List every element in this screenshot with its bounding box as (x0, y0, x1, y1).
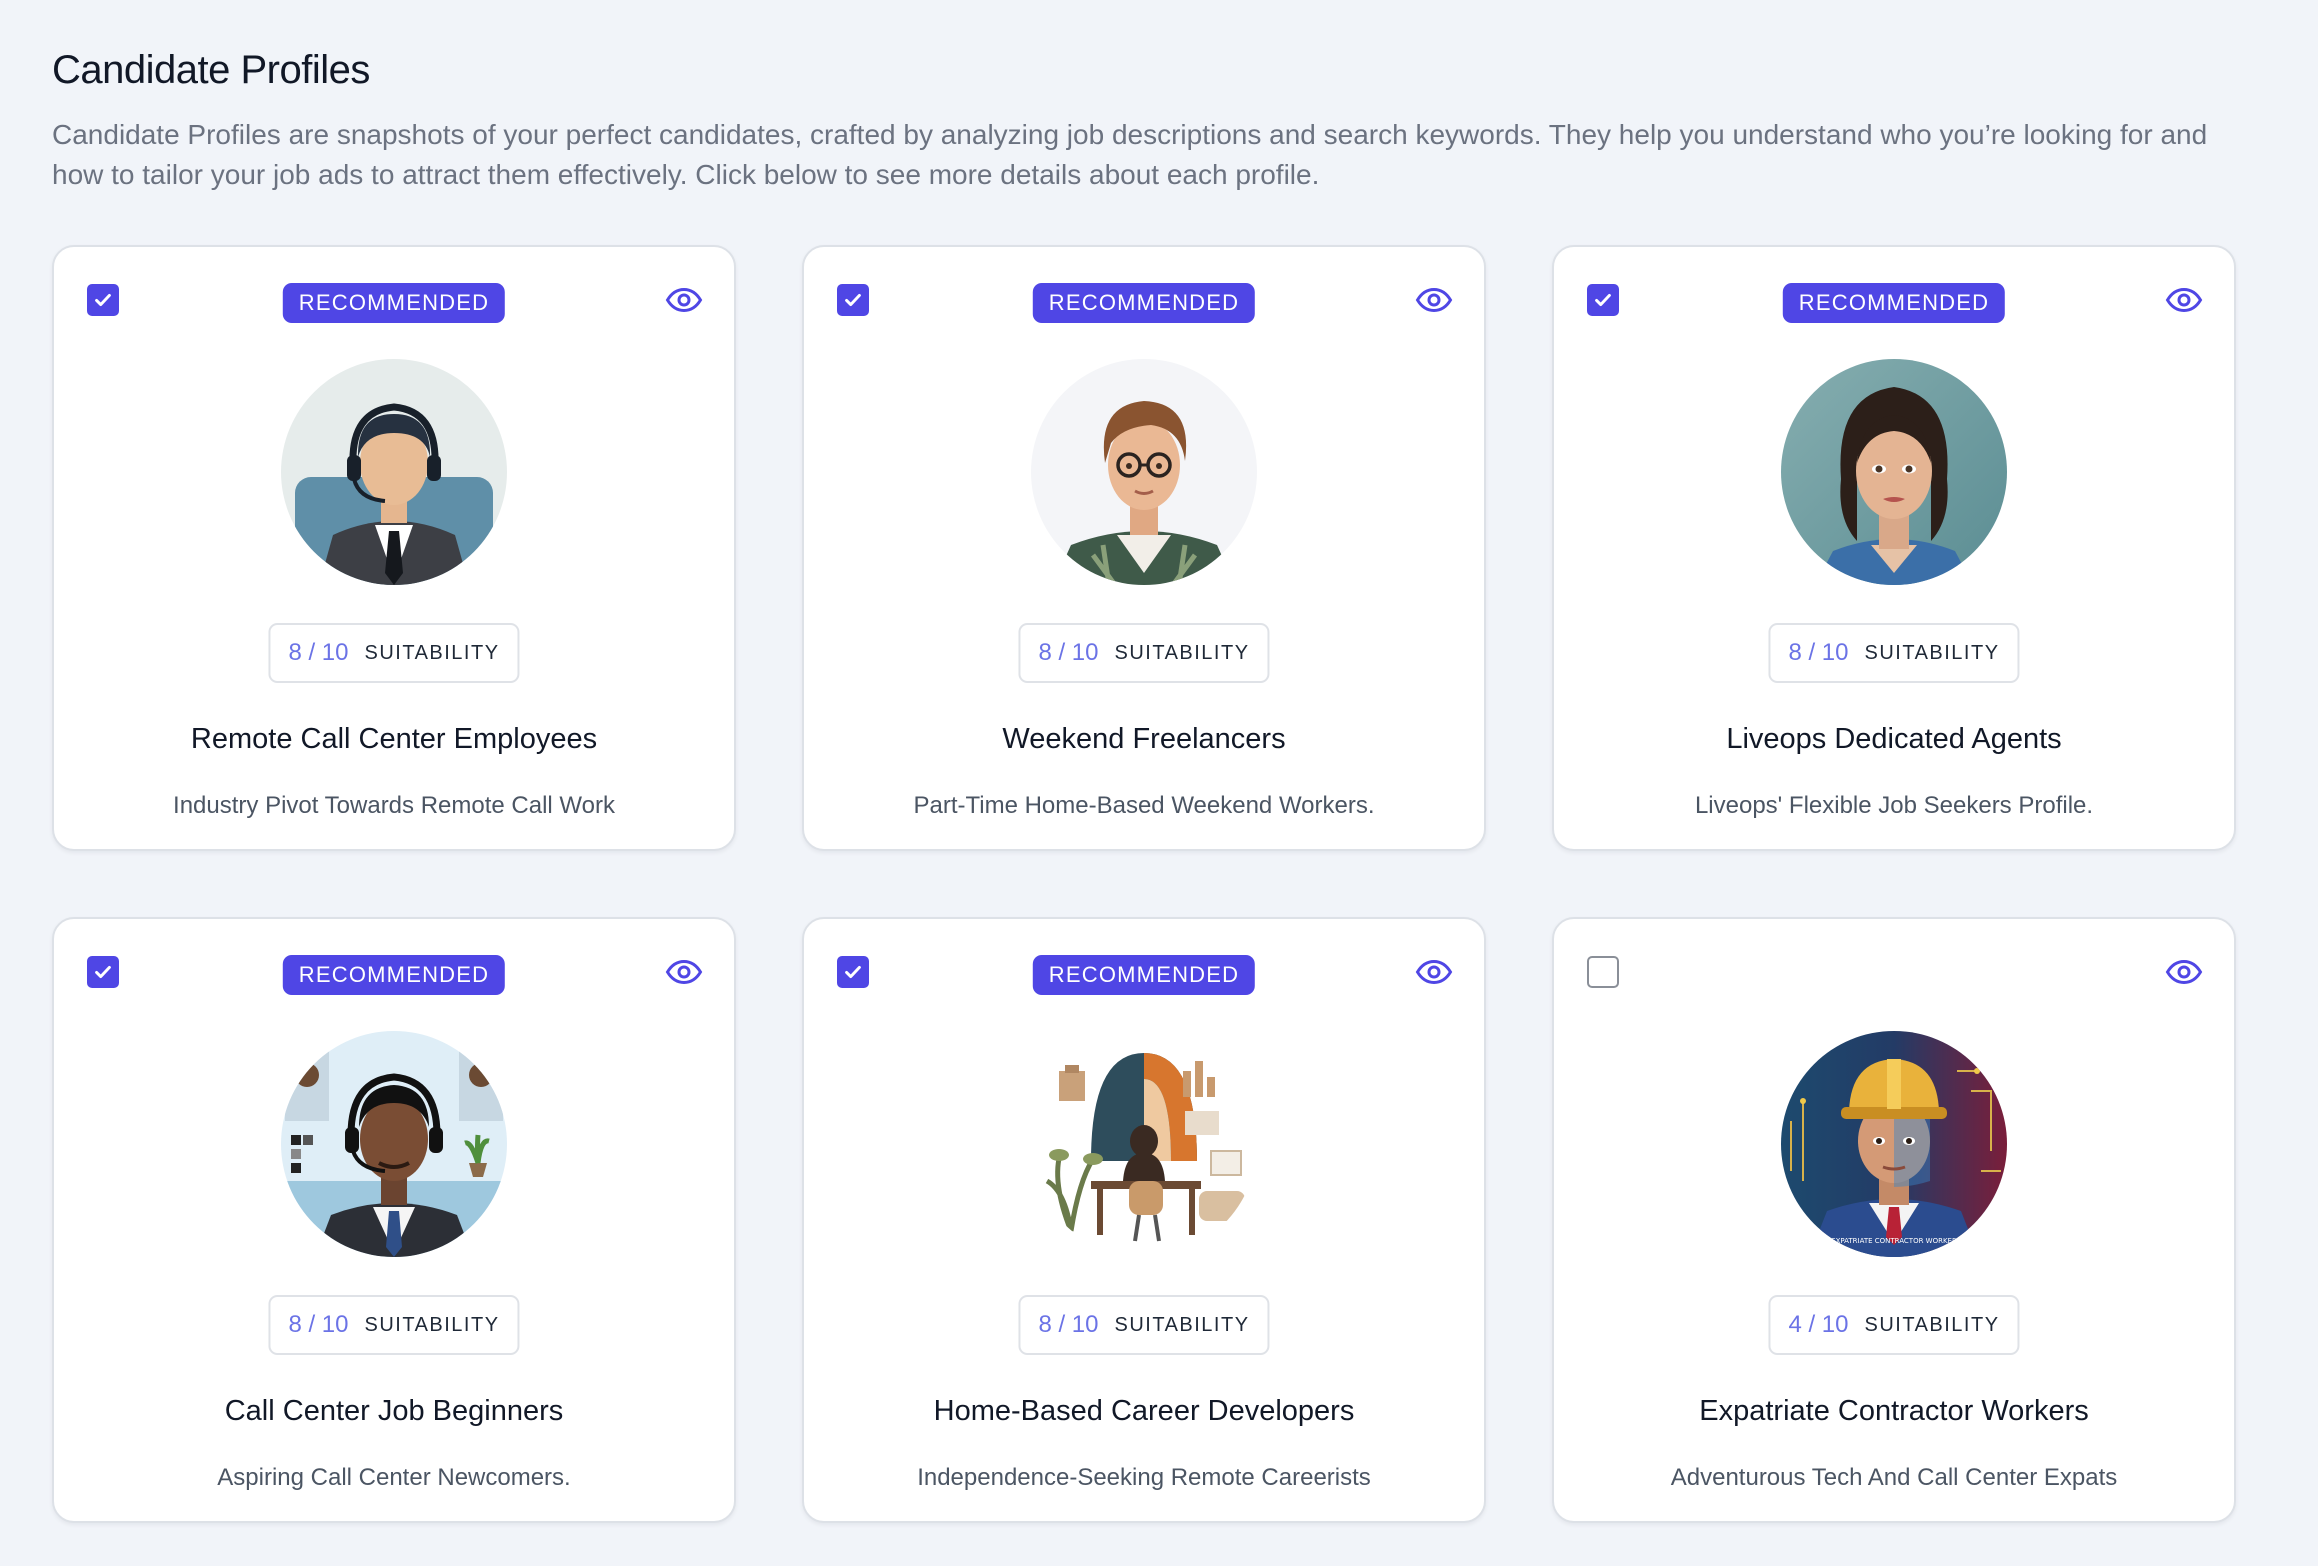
suitability-label: SUITABILITY (1114, 1313, 1250, 1336)
eye-icon (665, 287, 703, 313)
profile-title: Weekend Freelancers (1002, 723, 1286, 755)
eye-icon (1415, 287, 1453, 313)
suitability-score: 8 / 10 SUITABILITY (1018, 623, 1270, 683)
select-checkbox[interactable] (1587, 956, 1619, 988)
recommended-badge: RECOMMENDED (1032, 283, 1256, 323)
suitability-label: SUITABILITY (1114, 641, 1250, 664)
score-value: 8 / 10 (1038, 639, 1099, 666)
score-value: 8 / 10 (1038, 1311, 1099, 1338)
profile-card[interactable]: EXPATRIATE CONTRACTOR WORKER 4 / 10 SUIT… (1552, 917, 2236, 1523)
headset-beginner-avatar-icon (281, 1031, 507, 1257)
avatar-caption: EXPATRIATE CONTRACTOR WORKER (1831, 1237, 1957, 1245)
select-checkbox[interactable] (87, 956, 119, 988)
profile-card[interactable]: RECOMMENDED (802, 245, 1486, 851)
profile-subtitle: Independence-Seeking Remote Careerists (917, 1464, 1371, 1491)
eye-icon (1415, 959, 1453, 985)
select-checkbox[interactable] (837, 284, 869, 316)
suitability-score: 8 / 10 SUITABILITY (1018, 1295, 1270, 1355)
suitability-label: SUITABILITY (364, 1313, 500, 1336)
profile-title: Call Center Job Beginners (224, 1395, 564, 1427)
recommended-badge: RECOMMENDED (282, 283, 506, 323)
profile-card[interactable]: RECOMMENDED (52, 245, 736, 851)
select-checkbox[interactable] (1587, 284, 1619, 316)
candidate-profiles-page: Candidate Profiles Candidate Profiles ar… (52, 40, 2252, 1523)
view-details-button[interactable] (1414, 284, 1454, 316)
suitability-label: SUITABILITY (364, 641, 500, 664)
eye-icon (2165, 287, 2203, 313)
checkmark-icon (845, 293, 861, 307)
checkmark-icon (95, 293, 111, 307)
score-value: 4 / 10 (1788, 1311, 1849, 1338)
recommended-badge: RECOMMENDED (1782, 283, 2006, 323)
score-value: 8 / 10 (288, 1311, 349, 1338)
suitability-score: 8 / 10 SUITABILITY (268, 623, 520, 683)
profile-subtitle: Liveops' Flexible Job Seekers Profile. (1694, 792, 2094, 819)
view-details-button[interactable] (2164, 284, 2204, 316)
view-details-button[interactable] (1414, 956, 1454, 988)
suitability-score: 8 / 10 SUITABILITY (1768, 623, 2020, 683)
page-title: Candidate Profiles (52, 48, 370, 92)
suitability-label: SUITABILITY (1864, 1313, 2000, 1336)
profile-card-grid: RECOMMENDED 8 / 10 SUITABILITY Remote Ca… (52, 245, 2236, 1523)
recommended-badge: RECOMMENDED (1032, 955, 1256, 995)
profile-title: Expatriate Contractor Workers (1699, 1395, 2089, 1427)
profile-subtitle: Part-Time Home-Based Weekend Workers. (913, 792, 1375, 819)
profile-card[interactable]: RECOMMENDED (802, 917, 1486, 1523)
profile-title: Home-Based Career Developers (933, 1395, 1355, 1427)
profile-card[interactable]: RECOMMENDED (1552, 245, 2236, 851)
freelancer-with-glasses-avatar-icon (1031, 359, 1257, 585)
profile-card[interactable]: RECOMMENDED (52, 917, 736, 1523)
view-details-button[interactable] (664, 284, 704, 316)
checkmark-icon (95, 965, 111, 979)
woman-agent-avatar-icon (1781, 359, 2007, 585)
home-office-illustration-icon (1031, 1031, 1257, 1257)
eye-icon (665, 959, 703, 985)
profile-subtitle: Adventurous Tech And Call Center Expats (1670, 1464, 2118, 1491)
suitability-score: 8 / 10 SUITABILITY (268, 1295, 520, 1355)
contractor-hardhat-avatar-icon: EXPATRIATE CONTRACTOR WORKER (1781, 1031, 2007, 1257)
profile-title: Remote Call Center Employees (190, 723, 598, 755)
view-details-button[interactable] (664, 956, 704, 988)
select-checkbox[interactable] (87, 284, 119, 316)
eye-icon (2165, 959, 2203, 985)
score-value: 8 / 10 (288, 639, 349, 666)
profile-subtitle: Industry Pivot Towards Remote Call Work (173, 792, 615, 819)
profile-title: Liveops Dedicated Agents (1726, 723, 2062, 755)
view-details-button[interactable] (2164, 956, 2204, 988)
recommended-badge: RECOMMENDED (282, 955, 506, 995)
checkmark-icon (1595, 293, 1611, 307)
profile-subtitle: Aspiring Call Center Newcomers. (217, 1464, 571, 1491)
score-value: 8 / 10 (1788, 639, 1849, 666)
suitability-score: 4 / 10 SUITABILITY (1768, 1295, 2020, 1355)
select-checkbox[interactable] (837, 956, 869, 988)
call-center-agent-avatar-icon (281, 359, 507, 585)
suitability-label: SUITABILITY (1864, 641, 2000, 664)
checkmark-icon (845, 965, 861, 979)
page-description: Candidate Profiles are snapshots of your… (52, 119, 2208, 190)
